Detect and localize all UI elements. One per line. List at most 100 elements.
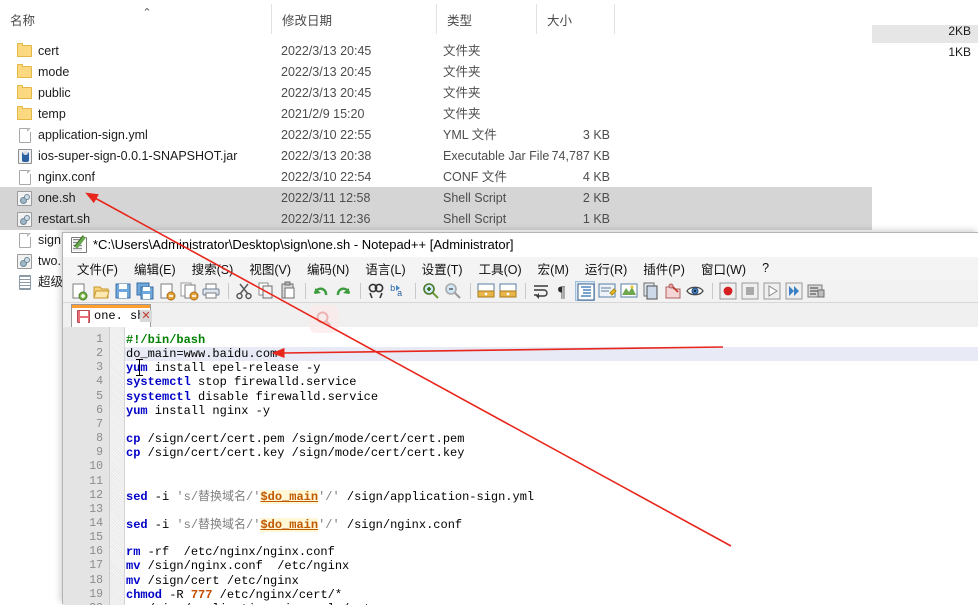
code-token: /sign/cert/cert.key /sign/mode/cert/cert… [140,446,464,460]
table-row[interactable]: nginx.conf2022/3/10 22:54CONF 文件4 KB [0,166,872,188]
stop-macro-icon[interactable] [740,281,760,301]
table-row[interactable]: public2022/3/13 20:45文件夹 [0,82,872,104]
menu-item-插件p[interactable]: 插件(P) [635,257,693,280]
save-macro-icon[interactable] [806,281,826,301]
file-name: cert [38,40,59,62]
file-modified-date: 2022/3/13 20:45 [281,82,371,104]
code-token: do_main=www.baidu.com [126,347,277,361]
toolbar-separator [305,283,306,299]
cut-icon[interactable] [234,281,254,301]
file-size: 1 KB [527,208,610,230]
code-token: yum [126,404,148,418]
tab-one-sh[interactable]: one. sh ✕ [71,304,151,327]
table-row[interactable]: mode2022/3/13 20:45文件夹 [0,61,872,83]
replace-icon[interactable]: ba [388,281,408,301]
function-list-icon[interactable] [641,281,661,301]
titlebar[interactable]: *C:\Users\Administrator\Desktop\sign\one… [63,233,978,257]
line-number: 19 [63,588,103,602]
code-token: stop firewalld.service [191,375,357,389]
save-all-icon[interactable] [135,281,155,301]
zoom-in-icon[interactable] [421,281,441,301]
folder-icon [17,87,32,99]
text-document-icon [19,275,31,290]
file-type: 文件夹 [443,82,481,104]
menu-item-工具o[interactable]: 工具(O) [471,257,530,280]
menu-bar[interactable]: 文件(F)编辑(E)搜索(S)视图(V)编码(N)语言(L)设置(T)工具(O)… [63,257,978,279]
menu-item-搜索s[interactable]: 搜索(S) [184,257,242,280]
close-file-icon[interactable] [157,281,177,301]
line-number: 17 [63,559,103,573]
close-all-icon[interactable] [179,281,199,301]
code-line: #!/bin/bash [126,333,205,347]
code-token: sed [126,490,148,504]
file-type: 文件夹 [443,40,481,62]
folder-as-workspace-icon[interactable] [663,281,683,301]
table-row[interactable]: temp2021/2/9 15:20文件夹 [0,103,872,125]
record-macro-icon[interactable] [718,281,738,301]
document-icon [19,128,31,143]
document-icon [19,170,31,185]
line-number: 5 [63,390,103,404]
table-row[interactable]: one.sh2022/3/11 12:58Shell Script2 KB [0,187,872,209]
code-token: yum [126,361,148,375]
monitoring-icon[interactable] [685,281,705,301]
table-row[interactable]: application-sign.yml2022/3/10 22:55YML 文… [0,124,872,146]
word-wrap-icon[interactable] [531,281,551,301]
paste-icon[interactable] [278,281,298,301]
menu-item-视图v[interactable]: 视图(V) [241,257,299,280]
code-token: '/' [318,490,340,504]
code-token: chmod [126,588,162,602]
print-icon[interactable] [201,281,221,301]
svg-text:b: b [390,284,395,294]
menu-item-[interactable]: ? [754,259,777,277]
toolbar[interactable]: ba ¶ [63,279,978,303]
close-tab-icon[interactable]: ✕ [140,310,152,322]
line-number: 1 [63,333,103,347]
table-row[interactable]: cert2022/3/13 20:45文件夹 [0,40,872,62]
menu-item-编辑e[interactable]: 编辑(E) [126,257,184,280]
fold-margin[interactable] [110,327,125,605]
menu-item-运行r[interactable]: 运行(R) [577,257,635,280]
menu-item-文件f[interactable]: 文件(F) [69,257,126,280]
save-icon[interactable] [113,281,133,301]
new-file-icon[interactable] [69,281,89,301]
menu-item-设置t[interactable]: 设置(T) [414,257,471,280]
menu-item-编码n[interactable]: 编码(N) [299,257,357,280]
column-header-size[interactable]: 大小 [537,4,615,34]
zoom-out-icon[interactable] [443,281,463,301]
file-name: 超级 [38,271,63,293]
column-header-date[interactable]: 修改日期 [272,4,437,34]
tab-bar[interactable]: one. sh ✕ [63,303,978,328]
sync-vertical-scroll-icon[interactable] [476,281,496,301]
file-type: 文件夹 [443,103,481,125]
indent-guide-icon[interactable] [575,281,595,301]
sync-horizontal-scroll-icon[interactable] [498,281,518,301]
play-macro-icon[interactable] [762,281,782,301]
code-editor[interactable]: 1234567891011121314151617181920 #!/bin/b… [63,327,978,605]
menu-item-语言l[interactable]: 语言(L) [357,257,413,280]
redo-icon[interactable] [333,281,353,301]
code-line: cp /sign/cert/cert.pem /sign/mode/cert/c… [126,432,464,446]
column-header-type[interactable]: 类型 [437,4,537,34]
undo-icon[interactable] [311,281,331,301]
find-icon[interactable] [366,281,386,301]
menu-item-宏m[interactable]: 宏(M) [530,257,577,280]
user-defined-language-icon[interactable] [597,281,617,301]
sort-ascending-caret-icon: ⌃ [140,8,154,18]
notepad-plus-plus-window: *C:\Users\Administrator\Desktop\sign\one… [62,232,978,604]
show-all-characters-icon[interactable]: ¶ [553,281,573,301]
open-file-icon[interactable] [91,281,111,301]
document-map-icon[interactable] [619,281,639,301]
code-token: /' [246,518,260,532]
code-token: '/' [318,518,340,532]
copy-icon[interactable] [256,281,276,301]
code-token: -i [148,518,177,532]
code-line: do_main=www.baidu.com [126,347,277,361]
column-header-filler [615,4,872,34]
menu-item-窗口w[interactable]: 窗口(W) [693,257,754,280]
table-row[interactable]: ios-super-sign-0.0.1-SNAPSHOT.jar2022/3/… [0,145,872,167]
run-macro-multiple-icon[interactable] [784,281,804,301]
table-row[interactable]: restart.sh2022/3/11 12:36Shell Script1 K… [0,208,872,230]
column-header-name[interactable]: 名称 ⌃ [0,4,272,34]
code-line: mv /sign/cert /etc/nginx [126,574,299,588]
